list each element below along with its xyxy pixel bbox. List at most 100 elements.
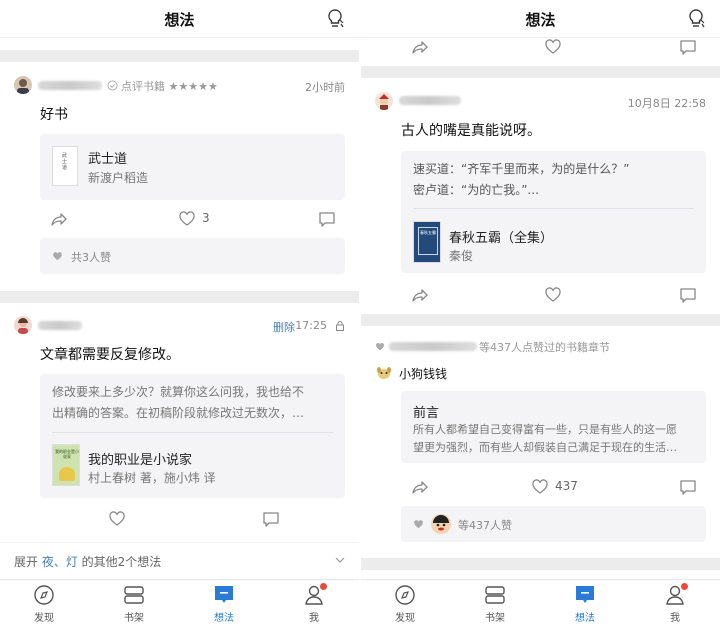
chapter-title: 前言 xyxy=(413,406,440,421)
tab-label: 想法 xyxy=(214,613,234,624)
thought-icon xyxy=(215,586,233,603)
avatar[interactable] xyxy=(14,76,32,94)
delete-label: 删除 xyxy=(273,321,295,334)
book-cover: 我的职业是小说家 xyxy=(52,444,80,486)
quote-card[interactable]: 修改要来上多少次？就算你这么问我，我也给不 出精确的答案。在初稿阶段就修改过无数… xyxy=(40,374,345,498)
tab-thoughts[interactable]: 想法 xyxy=(555,584,615,624)
tab-bookshelf[interactable]: 书架 xyxy=(104,584,164,624)
book-cover: 武士道 xyxy=(52,146,78,186)
page-title: 想法 xyxy=(525,11,556,29)
user-avatar[interactable] xyxy=(375,364,393,382)
tab-discover[interactable]: 发现 xyxy=(375,584,435,624)
tab-discover[interactable]: 发现 xyxy=(14,584,74,624)
post-text: 古人的嘴是真能说呀。 xyxy=(401,123,541,139)
notification-badge xyxy=(320,583,327,590)
feed: 点评书籍 ★★★★★ 2小时前 好书 武士道 武士道 新渡户稻造 3 共3人赞 … xyxy=(0,38,359,579)
book-title: 我的职业是小说家 xyxy=(88,453,193,468)
small-heart-icon xyxy=(414,520,423,529)
share-icon[interactable] xyxy=(411,286,429,304)
post-meta: 等437人点赞过的书籍章节 xyxy=(479,341,610,354)
heart-icon[interactable] xyxy=(531,478,549,496)
tab-label: 我 xyxy=(309,613,319,624)
username[interactable]: 小狗钱钱 xyxy=(399,365,447,382)
delete-button[interactable]: 删除 xyxy=(273,319,295,335)
likes-summary[interactable]: 等437人赞 xyxy=(401,506,706,542)
tab-label: 发现 xyxy=(34,613,54,624)
username-blurred xyxy=(38,321,82,330)
post-actions: 437 xyxy=(361,472,720,502)
book-title: 春秋五霸（全集） xyxy=(449,231,554,246)
heart-icon[interactable] xyxy=(544,286,562,304)
expand-names[interactable]: 夜、灯 xyxy=(42,555,78,569)
quote-line: 修改要来上多少次？就算你这么问我，我也给不 xyxy=(52,385,305,399)
comment-icon[interactable] xyxy=(679,478,697,496)
tab-bookshelf[interactable]: 书架 xyxy=(465,584,525,624)
share-icon[interactable] xyxy=(411,478,429,496)
post-actions xyxy=(361,280,720,310)
share-icon[interactable] xyxy=(411,38,429,56)
comment-icon[interactable] xyxy=(679,286,697,304)
tab-me[interactable]: 我 xyxy=(284,583,344,624)
like-count: 3 xyxy=(202,211,210,225)
book-author: 村上春树 著，施小炜 译 xyxy=(88,471,216,485)
quote-text: 速买道：“齐军千里而来，为的是什么？” 密卢道：“为的亡我。”... xyxy=(413,159,698,201)
cover-text: 我的职业是小说家 xyxy=(55,449,79,459)
comment-icon[interactable] xyxy=(318,210,336,228)
lightbulb-icon[interactable] xyxy=(325,8,345,30)
tab-thoughts[interactable]: 想法 xyxy=(194,584,254,624)
like-count: 437 xyxy=(555,479,578,493)
tab-me[interactable]: 我 xyxy=(645,583,705,624)
post-meta: 点评书籍 ★★★★★ xyxy=(121,80,218,93)
book-card[interactable]: 武士道 武士道 新渡户稻造 xyxy=(40,134,345,200)
heart-icon[interactable] xyxy=(544,38,562,56)
post-time: 10月8日 22:58 xyxy=(627,97,706,110)
usernames-blurred xyxy=(389,342,477,351)
bottom-tab-bar: 发现 书架 想法 我 xyxy=(0,579,359,624)
top-bar: 想法 xyxy=(0,0,359,38)
post-actions xyxy=(0,504,359,534)
tab-label: 书架 xyxy=(124,613,144,624)
quote-text: 修改要来上多少次？就算你这么问我，我也给不 出精确的答案。在初稿阶段就修改过无数… xyxy=(52,382,337,424)
chapter-card[interactable]: 前言 所有人都希望自己变得富有一些，只是有些人的这一愿 望更为强烈，而有些人却假… xyxy=(401,391,706,463)
lightbulb-icon[interactable] xyxy=(686,8,706,30)
top-bar: 想法 xyxy=(361,0,720,38)
verified-check-icon xyxy=(107,80,118,91)
notification-badge xyxy=(681,583,688,590)
bookshelf-icon xyxy=(485,586,505,604)
small-heart-icon xyxy=(376,343,384,351)
expand-text: 展开 夜、灯 的其他2个想法 xyxy=(14,553,161,570)
book-author: 秦俊 xyxy=(449,249,474,263)
avatar[interactable] xyxy=(375,92,393,110)
liker-avatar[interactable] xyxy=(431,514,451,534)
chevron-down-icon xyxy=(335,557,345,563)
quote-line: 密卢道：“为的亡我。”... xyxy=(413,183,539,197)
post-time: 17:25 xyxy=(295,319,327,332)
compass-icon xyxy=(34,585,54,605)
expand-suffix: 的其他2个想法 xyxy=(77,555,162,569)
expand-more-thoughts[interactable]: 展开 夜、灯 的其他2个想法 xyxy=(0,542,359,578)
comment-icon[interactable] xyxy=(679,38,697,56)
book-author: 新渡户稻造 xyxy=(88,171,149,185)
section-divider xyxy=(361,314,720,326)
section-divider xyxy=(0,291,359,303)
compass-icon xyxy=(395,585,415,605)
username-blurred xyxy=(399,96,461,105)
excerpt-line: 所有人都希望自己变得富有一些，只是有些人的这一愿 xyxy=(413,423,677,436)
cover-art xyxy=(59,467,75,481)
share-icon[interactable] xyxy=(50,210,68,228)
quote-card[interactable]: 速买道：“齐军千里而来，为的是什么？” 密卢道：“为的亡我。”... 春秋五霸 … xyxy=(401,151,706,273)
quote-line: 出精确的答案。在初稿阶段就修改过无数次，… xyxy=(52,406,305,420)
post-text: 文章都需要反复修改。 xyxy=(40,347,180,363)
feed: 10月8日 22:58 古人的嘴是真能说呀。 速买道：“齐军千里而来，为的是什么… xyxy=(361,38,720,579)
avatar[interactable] xyxy=(14,316,32,334)
likes-summary[interactable]: 共3人赞 xyxy=(40,238,345,274)
comment-icon[interactable] xyxy=(262,510,280,528)
right-screen: 想法 10月8日 22:58 古人的嘴是真能说呀。 速买道：“齐军千里而来，为的… xyxy=(361,0,720,624)
section-divider xyxy=(0,50,359,62)
heart-icon[interactable] xyxy=(178,210,196,228)
cover-text: 武士道 xyxy=(62,153,68,171)
tab-label: 想法 xyxy=(575,613,595,624)
section-divider xyxy=(361,66,720,78)
excerpt-line: 望更为强烈，而有些人却假装自己满足于现在的生活… xyxy=(413,441,677,454)
heart-icon[interactable] xyxy=(108,510,126,528)
